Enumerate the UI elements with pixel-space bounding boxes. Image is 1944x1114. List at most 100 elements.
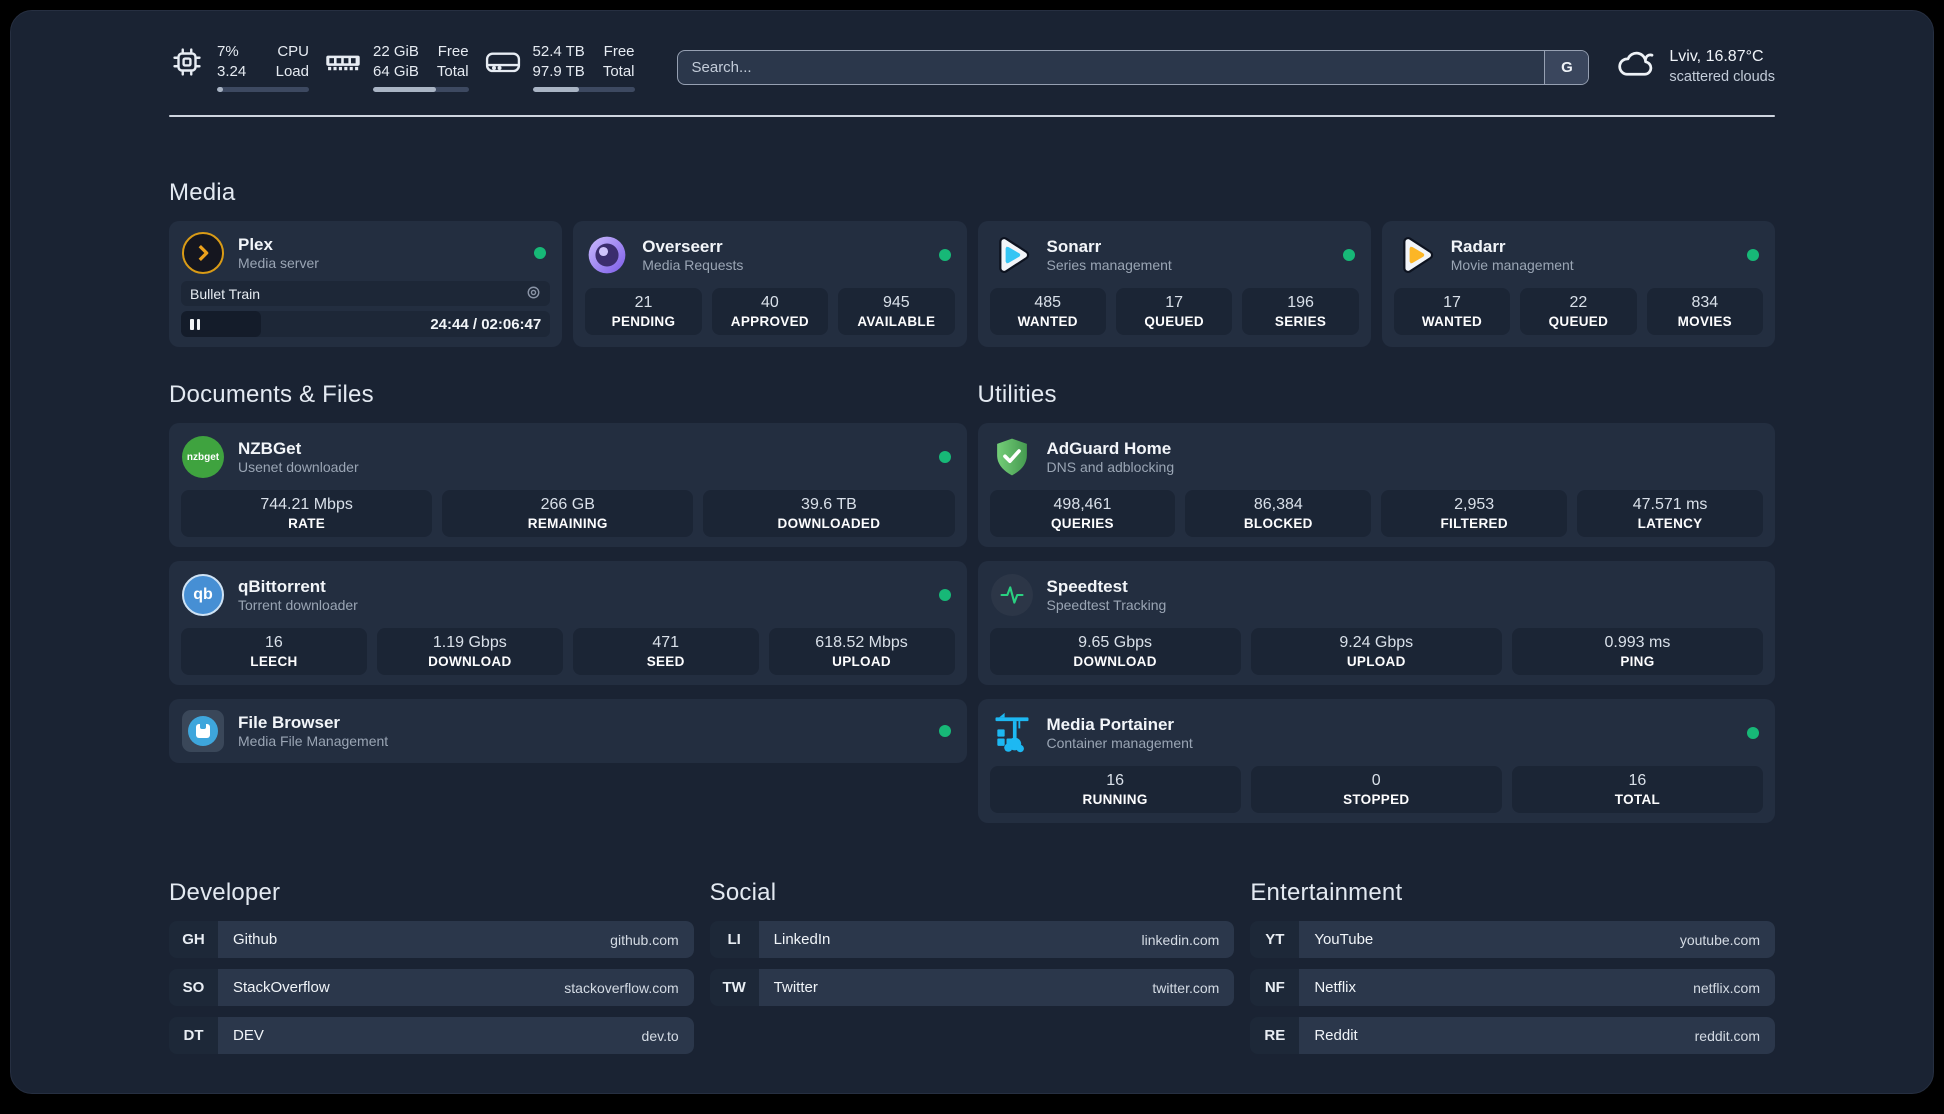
sonarr-icon [990, 233, 1034, 277]
stat-tile: 744.21 Mbps RATE [181, 490, 433, 537]
bookmark-reddit[interactable]: RE Reddit reddit.com [1250, 1017, 1775, 1054]
stat-tile: 39.6 TB DOWNLOADED [703, 490, 955, 537]
stat-tile: 47.571 ms LATENCY [1577, 490, 1763, 537]
weather-condition: scattered clouds [1669, 68, 1775, 85]
status-badge [1342, 249, 1355, 261]
app-card-nzbget[interactable]: nzbget NZBGet Usenet downloader 744.21 M… [169, 423, 967, 547]
adguard-shield-icon [990, 435, 1034, 479]
status-badge [1747, 249, 1759, 261]
app-description: Speedtest Tracking [1046, 596, 1167, 613]
app-card-adguard[interactable]: AdGuard Home DNS and adblocking 498,461 Q… [977, 423, 1775, 547]
app-card-portainer[interactable]: Media Portainer Container management 16 R… [977, 699, 1775, 823]
stat-tile: 471 SEED [572, 628, 759, 675]
stat-tile: 86,384 BLOCKED [1185, 490, 1372, 537]
app-card-overseerr[interactable]: Overseerr Media Requests 21 PENDING 40 APP… [573, 221, 967, 347]
overseerr-icon [585, 233, 629, 277]
stat-tile: 21 PENDING [585, 288, 702, 335]
stat-tile: 834 MOVIES [1646, 288, 1764, 335]
bookmarks-developer: Developer GH Github github.com SO StackO… [169, 879, 694, 1054]
search-bar: G [676, 49, 1590, 85]
bookmark-dev[interactable]: DT DEV dev.to [169, 1017, 694, 1054]
stat-tile: 485 WANTED [989, 288, 1106, 335]
stat-tile: 498,461 QUERIES [989, 490, 1176, 537]
stat-tile: 0 STOPPED [1250, 766, 1502, 813]
bookmark-youtube[interactable]: YT YouTube youtube.com [1250, 921, 1775, 958]
stat-tile: 16 RUNNING [989, 766, 1241, 813]
app-description: Series management [1046, 256, 1172, 273]
app-card-filebrowser[interactable]: File Browser Media File Management [169, 699, 967, 763]
header-divider [169, 115, 1775, 117]
app-name: qBittorrent [238, 576, 326, 596]
stat-tile: 0.993 ms PING [1511, 628, 1764, 675]
portainer-crane-icon [990, 711, 1034, 755]
app-card-sonarr[interactable]: Sonarr Series management 485 WANTED 17 QUE… [977, 221, 1371, 347]
status-badge [1747, 727, 1759, 739]
playback-time: 24:44 / 02:06:47 [430, 315, 542, 333]
app-card-qbittorrent[interactable]: qb qBittorrent Torrent downloader 16 LEEC… [169, 561, 967, 685]
search-engine-button[interactable]: G [1544, 50, 1589, 84]
bookmark-netflix[interactable]: NF Netflix netflix.com [1250, 969, 1775, 1006]
bookmark-stackoverflow[interactable]: SO StackOverflow stackoverflow.com [169, 969, 694, 1006]
playback-row: 24:44 / 02:06:47 [181, 311, 551, 337]
app-card-plex[interactable]: Plex Media server Bullet Train 24:44 / 0… [169, 221, 563, 347]
stat-tile: 1.19 Gbps DOWNLOAD [376, 628, 563, 675]
stat-tile: 945 AVAILABLE [838, 288, 955, 335]
app-description: Container management [1046, 734, 1193, 751]
bookmark-twitter[interactable]: TW Twitter twitter.com [709, 969, 1235, 1006]
section-title-social: Social [709, 879, 777, 906]
status-badge [534, 247, 547, 259]
bookmark-github[interactable]: GH Github github.com [169, 921, 694, 958]
filebrowser-icon [181, 709, 225, 753]
search-input[interactable] [677, 58, 1545, 76]
memory-stat: 22 GiB 64 GiB Free Total [325, 42, 469, 92]
memory-progress-bar [373, 87, 469, 92]
app-description: Media Requests [642, 256, 744, 273]
memory-labels: Free Total [436, 43, 469, 80]
bookmarks-entertainment: Entertainment YT YouTube youtube.com NF … [1250, 879, 1775, 1054]
nzbget-icon: nzbget [181, 435, 225, 479]
cpu-values: 7% 3.24 [217, 43, 247, 80]
pause-button[interactable] [181, 311, 261, 337]
app-card-radarr[interactable]: Radarr Movie management 17 WANTED 22 QUEUE… [1381, 221, 1775, 347]
app-name: Overseerr [642, 236, 723, 256]
app-card-speedtest[interactable]: Speedtest Speedtest Tracking 9.65 Gbps DO… [977, 561, 1775, 685]
app-name: NZBGet [238, 438, 302, 458]
cloud-icon [1615, 48, 1657, 85]
bookmark-linkedin[interactable]: LI LinkedIn linkedin.com [709, 921, 1235, 958]
app-description: Torrent downloader [238, 596, 358, 613]
section-title-developer: Developer [169, 879, 281, 906]
stat-tile: 16 LEECH [181, 628, 367, 675]
stat-tile: 196 SERIES [1242, 288, 1359, 335]
app-description: Usenet downloader [238, 458, 359, 475]
status-badge [938, 451, 951, 463]
cpu-chip-icon [169, 44, 205, 80]
app-description: Media File Management [238, 732, 389, 749]
column-utilities: Utilities AdGuard Home DNS and adblockin… [977, 381, 1775, 823]
stat-tile: 17 WANTED [1393, 288, 1511, 335]
disk-stat: 52.4 TB 97.9 TB Free Total [485, 42, 635, 92]
hard-drive-icon [485, 44, 521, 80]
now-playing-row: Bullet Train [181, 281, 551, 306]
now-playing-title: Bullet Train [190, 285, 261, 302]
section-title-media: Media [169, 179, 236, 206]
app-name: Sonarr [1046, 236, 1102, 256]
radarr-icon [1394, 233, 1438, 277]
target-icon[interactable] [526, 285, 541, 303]
status-badge [938, 725, 951, 737]
stat-tile: 9.65 Gbps DOWNLOAD [989, 628, 1241, 675]
plex-icon [181, 231, 225, 275]
section-title-entertainment: Entertainment [1250, 879, 1403, 906]
app-name: AdGuard Home [1046, 438, 1172, 458]
bookmarks-social: Social LI LinkedIn linkedin.com TW Twitt… [709, 879, 1235, 1054]
app-name: Plex [238, 234, 273, 254]
stat-tile: 22 QUEUED [1520, 288, 1637, 335]
app-description: Media server [238, 254, 319, 271]
dashboard: 7% 3.24 CPU Load 22 GiB 64 GiB Free Tota… [10, 10, 1934, 1094]
app-description: Movie management [1450, 256, 1574, 273]
top-bar: 7% 3.24 CPU Load 22 GiB 64 GiB Free Tota… [169, 11, 1775, 95]
app-name: Media Portainer [1046, 714, 1175, 734]
app-name: Radarr [1450, 236, 1506, 256]
cpu-progress-bar [217, 87, 309, 92]
app-description: DNS and adblocking [1046, 458, 1175, 475]
stat-tile: 40 APPROVED [711, 288, 829, 335]
